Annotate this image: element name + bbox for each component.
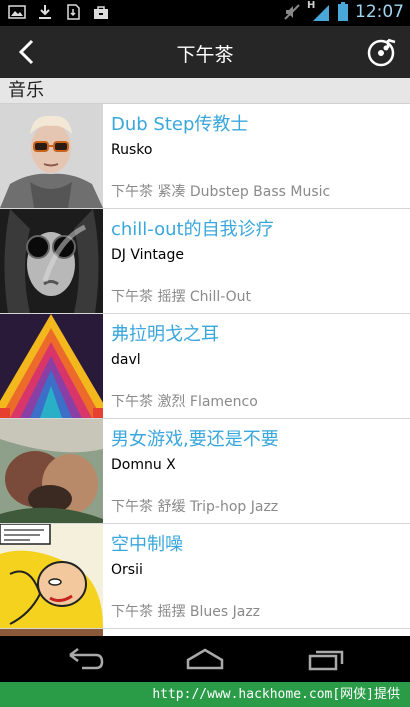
system-nav-bar	[0, 636, 410, 682]
track-title: 弗拉明戈之耳	[111, 324, 219, 345]
picture-icon	[8, 5, 26, 19]
track-row-partial[interactable]	[0, 629, 410, 636]
recent-apps-icon[interactable]	[306, 646, 348, 672]
track-row[interactable]: 男女游戏,要还是不要 Domnu X 下午茶 舒缓 Trip-hop Jazz	[0, 419, 410, 524]
title-bar: 下午茶	[0, 26, 410, 78]
track-tags: 下午茶 摇摆 Blues Jazz	[111, 604, 261, 620]
album-cover	[0, 104, 103, 208]
sd-card-icon	[67, 4, 80, 20]
album-cover	[0, 419, 103, 523]
track-artist: Orsii	[111, 562, 143, 578]
track-list: 音乐 Dub Step传教士 Rusko 下午茶 紧凑 Dubstep Bass…	[0, 78, 410, 636]
battery-icon	[338, 2, 348, 21]
track-artist: Rusko	[111, 142, 153, 158]
bag-icon	[94, 6, 108, 19]
track-title: Dub Step传教士	[111, 114, 249, 135]
mute-icon	[284, 4, 300, 20]
album-cover	[0, 524, 103, 628]
track-row[interactable]: chill-out的自我诊疗 DJ Vintage 下午茶 摇摆 Chill-O…	[0, 209, 410, 314]
track-row[interactable]: 空中制噪 Orsii 下午茶 摇摆 Blues Jazz	[0, 524, 410, 629]
track-artist: davl	[111, 352, 141, 368]
watermark-footer: http://www.hackhome.com[网侠]提供	[0, 682, 410, 707]
track-title: 男女游戏,要还是不要	[111, 429, 279, 450]
page-title: 下午茶	[176, 44, 234, 66]
track-row[interactable]: Dub Step传教士 Rusko 下午茶 紧凑 Dubstep Bass Mu…	[0, 104, 410, 209]
home-nav-icon[interactable]	[184, 646, 226, 672]
album-cover	[0, 629, 103, 636]
section-header: 音乐	[0, 78, 410, 104]
track-title: chill-out的自我诊疗	[111, 219, 274, 240]
status-time: 12:07	[355, 2, 404, 22]
music-disc-icon[interactable]	[366, 36, 398, 68]
track-tags: 下午茶 紧凑 Dubstep Bass Music	[111, 184, 331, 200]
album-cover	[0, 209, 103, 313]
track-tags: 下午茶 摇摆 Chill-Out	[111, 289, 252, 305]
track-artist: DJ Vintage	[111, 247, 184, 263]
download-icon	[39, 5, 51, 19]
track-title: 空中制噪	[111, 534, 183, 555]
status-bar: H 12:07	[0, 0, 410, 26]
track-tags: 下午茶 舒缓 Trip-hop Jazz	[111, 499, 279, 515]
track-artist: Domnu X	[111, 457, 176, 473]
back-nav-icon[interactable]	[64, 646, 106, 672]
signal-icon: H	[307, 0, 331, 22]
track-row[interactable]: 弗拉明戈之耳 davl 下午茶 激烈 Flamenco	[0, 314, 410, 419]
album-cover	[0, 314, 103, 418]
track-tags: 下午茶 激烈 Flamenco	[111, 394, 258, 410]
